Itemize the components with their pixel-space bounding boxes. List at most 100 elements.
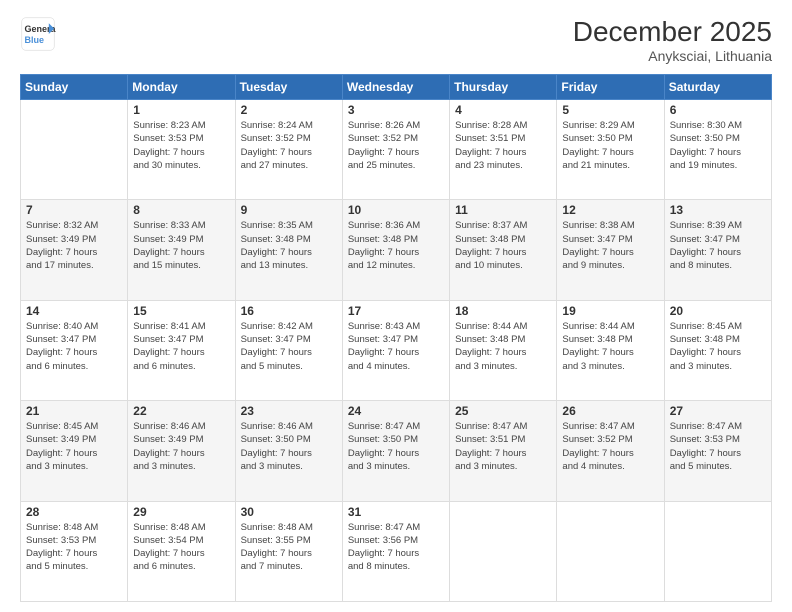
day-number: 6 <box>670 103 766 117</box>
calendar-cell: 19 Sunrise: 8:44 AMSunset: 3:48 PMDayligh… <box>557 300 664 400</box>
day-info: Sunrise: 8:32 AMSunset: 3:49 PMDaylight:… <box>26 219 122 272</box>
day-number: 18 <box>455 304 551 318</box>
calendar-cell: 23Sunrise: 8:46 AMSunset: 3:50 PMDayligh… <box>235 401 342 501</box>
day-number: 27 <box>670 404 766 418</box>
calendar-cell: 20 Sunrise: 8:45 AMSunset: 3:48 PMDayligh… <box>664 300 771 400</box>
day-number: 4 <box>455 103 551 117</box>
calendar-table: SundayMondayTuesdayWednesdayThursdayFrid… <box>20 74 772 602</box>
day-info: Sunrise: 8:24 AMSunset: 3:52 PMDaylight:… <box>241 119 337 172</box>
day-number: 31 <box>348 505 444 519</box>
day-number: 29 <box>133 505 229 519</box>
calendar-cell: 11 Sunrise: 8:37 AMSunset: 3:48 PMDayligh… <box>450 200 557 300</box>
calendar-cell <box>450 501 557 601</box>
day-info: Sunrise: 8:46 AMSunset: 3:49 PMDaylight:… <box>133 420 229 473</box>
day-number: 8 <box>133 203 229 217</box>
calendar-cell: 3 Sunrise: 8:26 AMSunset: 3:52 PMDaylight… <box>342 100 449 200</box>
calendar-cell <box>557 501 664 601</box>
calendar-cell: 26 Sunrise: 8:47 AMSunset: 3:52 PMDayligh… <box>557 401 664 501</box>
calendar-cell: 16 Sunrise: 8:42 AMSunset: 3:47 PMDayligh… <box>235 300 342 400</box>
calendar-day-header: Wednesday <box>342 75 449 100</box>
day-number: 2 <box>241 103 337 117</box>
day-number: 22 <box>133 404 229 418</box>
calendar-cell: 13Sunrise: 8:39 AMSunset: 3:47 PMDayligh… <box>664 200 771 300</box>
calendar-day-header: Tuesday <box>235 75 342 100</box>
calendar-cell: 17Sunrise: 8:43 AMSunset: 3:47 PMDayligh… <box>342 300 449 400</box>
calendar-cell: 22 Sunrise: 8:46 AMSunset: 3:49 PMDayligh… <box>128 401 235 501</box>
calendar-cell: 18 Sunrise: 8:44 AMSunset: 3:48 PMDayligh… <box>450 300 557 400</box>
calendar-cell: 28Sunrise: 8:48 AMSunset: 3:53 PMDayligh… <box>21 501 128 601</box>
calendar-week-row: 28Sunrise: 8:48 AMSunset: 3:53 PMDayligh… <box>21 501 772 601</box>
calendar-day-header: Thursday <box>450 75 557 100</box>
day-info: Sunrise: 8:47 AMSunset: 3:52 PMDaylight:… <box>562 420 658 473</box>
calendar-day-header: Saturday <box>664 75 771 100</box>
day-info: Sunrise: 8:44 AMSunset: 3:48 PMDaylight:… <box>455 320 551 373</box>
calendar-header-row: SundayMondayTuesdayWednesdayThursdayFrid… <box>21 75 772 100</box>
day-info: Sunrise: 8:41 AMSunset: 3:47 PMDaylight:… <box>133 320 229 373</box>
day-number: 11 <box>455 203 551 217</box>
logo-icon: General Blue <box>20 16 56 52</box>
calendar-week-row: 14 Sunrise: 8:40 AMSunset: 3:47 PMDayligh… <box>21 300 772 400</box>
day-number: 15 <box>133 304 229 318</box>
day-number: 20 <box>670 304 766 318</box>
day-number: 26 <box>562 404 658 418</box>
calendar-cell: 31 Sunrise: 8:47 AMSunset: 3:56 PMDayligh… <box>342 501 449 601</box>
calendar-cell: 30Sunrise: 8:48 AMSunset: 3:55 PMDayligh… <box>235 501 342 601</box>
day-info: Sunrise: 8:45 AMSunset: 3:48 PMDaylight:… <box>670 320 766 373</box>
day-info: Sunrise: 8:42 AMSunset: 3:47 PMDaylight:… <box>241 320 337 373</box>
day-info: Sunrise: 8:47 AMSunset: 3:51 PMDaylight:… <box>455 420 551 473</box>
day-number: 24 <box>348 404 444 418</box>
calendar-cell <box>664 501 771 601</box>
day-number: 30 <box>241 505 337 519</box>
calendar-cell: 24 Sunrise: 8:47 AMSunset: 3:50 PMDayligh… <box>342 401 449 501</box>
logo: General Blue <box>20 16 56 52</box>
month-year-title: December 2025 <box>573 16 772 48</box>
calendar-cell: 27Sunrise: 8:47 AMSunset: 3:53 PMDayligh… <box>664 401 771 501</box>
day-info: Sunrise: 8:44 AMSunset: 3:48 PMDaylight:… <box>562 320 658 373</box>
calendar-cell: 29Sunrise: 8:48 AMSunset: 3:54 PMDayligh… <box>128 501 235 601</box>
day-number: 19 <box>562 304 658 318</box>
day-info: Sunrise: 8:26 AMSunset: 3:52 PMDaylight:… <box>348 119 444 172</box>
day-info: Sunrise: 8:43 AMSunset: 3:47 PMDaylight:… <box>348 320 444 373</box>
day-number: 25 <box>455 404 551 418</box>
day-info: Sunrise: 8:40 AMSunset: 3:47 PMDaylight:… <box>26 320 122 373</box>
day-number: 1 <box>133 103 229 117</box>
day-number: 14 <box>26 304 122 318</box>
calendar-cell: 8Sunrise: 8:33 AMSunset: 3:49 PMDaylight… <box>128 200 235 300</box>
header: General Blue December 2025 Anyksciai, Li… <box>20 16 772 64</box>
calendar-day-header: Sunday <box>21 75 128 100</box>
day-number: 5 <box>562 103 658 117</box>
day-info: Sunrise: 8:37 AMSunset: 3:48 PMDaylight:… <box>455 219 551 272</box>
day-info: Sunrise: 8:28 AMSunset: 3:51 PMDaylight:… <box>455 119 551 172</box>
day-info: Sunrise: 8:47 AMSunset: 3:56 PMDaylight:… <box>348 521 444 574</box>
calendar-cell: 7 Sunrise: 8:32 AMSunset: 3:49 PMDaylight… <box>21 200 128 300</box>
calendar-cell: 15 Sunrise: 8:41 AMSunset: 3:47 PMDayligh… <box>128 300 235 400</box>
day-info: Sunrise: 8:29 AMSunset: 3:50 PMDaylight:… <box>562 119 658 172</box>
calendar-cell <box>21 100 128 200</box>
calendar-week-row: 1Sunrise: 8:23 AMSunset: 3:53 PMDaylight… <box>21 100 772 200</box>
calendar-cell: 2 Sunrise: 8:24 AMSunset: 3:52 PMDaylight… <box>235 100 342 200</box>
day-number: 7 <box>26 203 122 217</box>
day-info: Sunrise: 8:36 AMSunset: 3:48 PMDaylight:… <box>348 219 444 272</box>
day-info: Sunrise: 8:48 AMSunset: 3:53 PMDaylight:… <box>26 521 122 574</box>
calendar-cell: 9Sunrise: 8:35 AMSunset: 3:48 PMDaylight… <box>235 200 342 300</box>
calendar-cell: 5 Sunrise: 8:29 AMSunset: 3:50 PMDaylight… <box>557 100 664 200</box>
calendar-cell: 6Sunrise: 8:30 AMSunset: 3:50 PMDaylight… <box>664 100 771 200</box>
location-subtitle: Anyksciai, Lithuania <box>573 48 772 64</box>
calendar-cell: 10 Sunrise: 8:36 AMSunset: 3:48 PMDayligh… <box>342 200 449 300</box>
calendar-cell: 21Sunrise: 8:45 AMSunset: 3:49 PMDayligh… <box>21 401 128 501</box>
day-number: 9 <box>241 203 337 217</box>
calendar-cell: 14 Sunrise: 8:40 AMSunset: 3:47 PMDayligh… <box>21 300 128 400</box>
day-number: 3 <box>348 103 444 117</box>
day-info: Sunrise: 8:45 AMSunset: 3:49 PMDaylight:… <box>26 420 122 473</box>
calendar-week-row: 21Sunrise: 8:45 AMSunset: 3:49 PMDayligh… <box>21 401 772 501</box>
day-number: 16 <box>241 304 337 318</box>
calendar-cell: 1Sunrise: 8:23 AMSunset: 3:53 PMDaylight… <box>128 100 235 200</box>
day-number: 13 <box>670 203 766 217</box>
day-info: Sunrise: 8:38 AMSunset: 3:47 PMDaylight:… <box>562 219 658 272</box>
day-number: 10 <box>348 203 444 217</box>
calendar-cell: 25 Sunrise: 8:47 AMSunset: 3:51 PMDayligh… <box>450 401 557 501</box>
day-number: 23 <box>241 404 337 418</box>
calendar-day-header: Friday <box>557 75 664 100</box>
calendar-week-row: 7 Sunrise: 8:32 AMSunset: 3:49 PMDaylight… <box>21 200 772 300</box>
day-info: Sunrise: 8:47 AMSunset: 3:50 PMDaylight:… <box>348 420 444 473</box>
